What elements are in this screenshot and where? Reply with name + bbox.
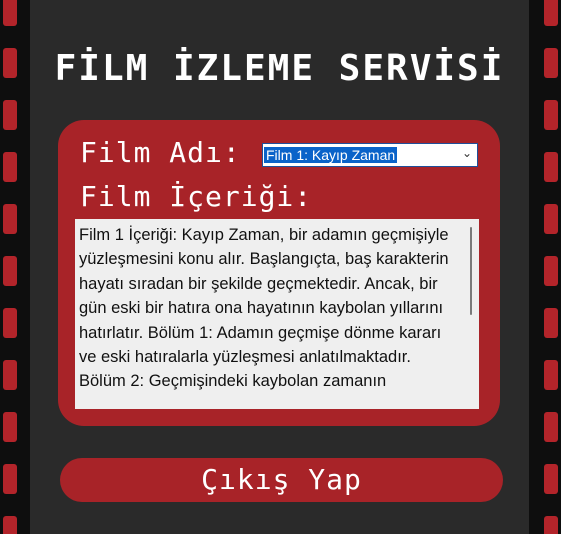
page-title: FİLM İZLEME SERVİSİ <box>54 48 505 89</box>
film-perforation <box>3 308 17 338</box>
film-perforation <box>544 412 558 442</box>
film-perforation <box>3 48 17 78</box>
exit-button[interactable]: Çıkış Yap <box>60 458 503 502</box>
film-content-textarea[interactable]: Film 1 İçeriği: Kayıp Zaman, bir adamın … <box>75 219 479 409</box>
film-content-text: Film 1 İçeriği: Kayıp Zaman, bir adamın … <box>79 226 449 391</box>
film-perforation <box>544 100 558 130</box>
film-strip-left <box>0 0 30 534</box>
film-perforation <box>3 204 17 234</box>
film-perforation <box>544 256 558 286</box>
film-content-label: Film İçeriği: <box>80 180 313 213</box>
film-perforation <box>3 412 17 442</box>
film-perforation <box>3 516 17 534</box>
film-perforation <box>544 48 558 78</box>
film-perforation <box>544 308 558 338</box>
film-perforation <box>544 0 558 26</box>
film-perforation <box>3 360 17 390</box>
film-perforation <box>3 100 17 130</box>
film-perforation <box>544 204 558 234</box>
film-perforation <box>3 256 17 286</box>
film-strip-right <box>529 0 561 534</box>
chevron-down-icon: ⌄ <box>461 146 472 160</box>
film-name-label: Film Adı: <box>80 136 241 169</box>
film-select[interactable]: Film 1: Kayıp Zaman ⌄ <box>262 143 478 167</box>
scrollbar-thumb[interactable] <box>470 227 472 315</box>
film-perforation <box>544 516 558 534</box>
film-perforation <box>3 464 17 494</box>
film-perforation <box>544 360 558 390</box>
film-perforation <box>544 464 558 494</box>
film-perforation <box>3 0 17 26</box>
content-scrollbar[interactable] <box>464 219 479 409</box>
film-perforation <box>544 152 558 182</box>
film-select-value: Film 1: Kayıp Zaman <box>264 147 398 163</box>
film-perforation <box>3 152 17 182</box>
